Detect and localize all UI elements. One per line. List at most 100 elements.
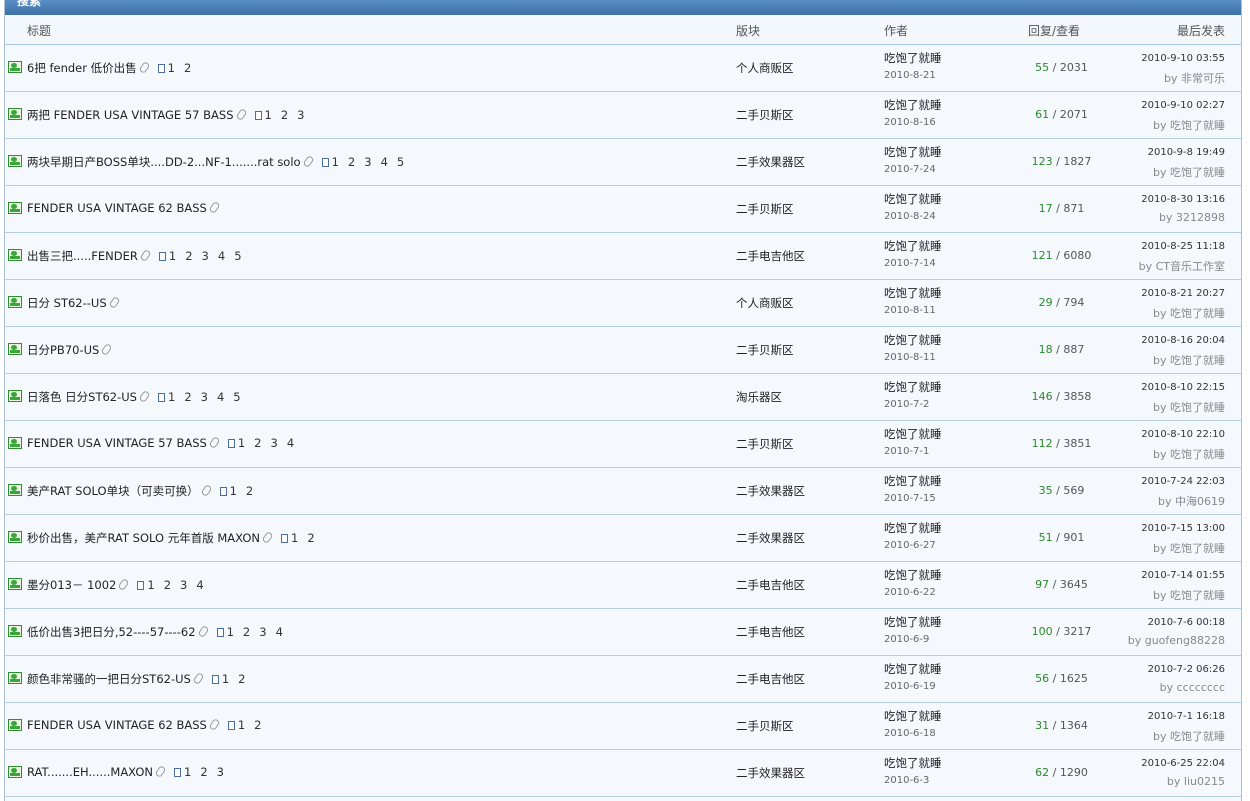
thread-title-link[interactable]: RAT.......EH......MAXON: [27, 765, 153, 779]
author-link[interactable]: 吃饱了就睡: [884, 567, 942, 583]
last-poster-link[interactable]: by 吃饱了就睡: [1153, 117, 1225, 133]
author-link[interactable]: 吃饱了就睡: [884, 661, 942, 677]
last-post-time-link[interactable]: 2010-7-6 00:18: [1148, 617, 1225, 628]
last-post-time-link[interactable]: 2010-8-10 22:15: [1141, 382, 1225, 393]
page-link[interactable]: 1: [332, 155, 339, 169]
last-poster-link[interactable]: by 吃饱了就睡: [1153, 352, 1225, 368]
page-link[interactable]: 4: [218, 249, 225, 263]
forum-link[interactable]: 二手效果器区: [736, 765, 805, 781]
last-poster-link[interactable]: by 吃饱了就睡: [1153, 446, 1225, 462]
author-link[interactable]: 吃饱了就睡: [884, 332, 942, 348]
last-poster-link[interactable]: by CT音乐工作室: [1139, 258, 1225, 274]
page-link[interactable]: 4: [276, 625, 283, 639]
forum-link[interactable]: 二手效果器区: [736, 483, 805, 499]
page-link[interactable]: 3: [217, 765, 224, 779]
page-link[interactable]: 2: [246, 484, 253, 498]
forum-link[interactable]: 二手贝斯区: [736, 436, 794, 452]
page-link[interactable]: 1: [168, 390, 175, 404]
page-link[interactable]: 1: [184, 765, 191, 779]
page-link[interactable]: 1: [147, 578, 154, 592]
page-link[interactable]: 1: [265, 108, 272, 122]
page-link[interactable]: 2: [243, 625, 250, 639]
thread-title-link[interactable]: 日分 ST62--US: [27, 296, 107, 310]
page-link[interactable]: 3: [180, 578, 187, 592]
page-link[interactable]: 2: [185, 249, 192, 263]
page-link[interactable]: 3: [201, 390, 208, 404]
thread-title-link[interactable]: 日分PB70-US: [27, 343, 99, 357]
page-link[interactable]: 2: [281, 108, 288, 122]
author-link[interactable]: 吃饱了就睡: [884, 614, 942, 630]
last-post-time-link[interactable]: 2010-7-24 22:03: [1141, 476, 1225, 487]
page-link[interactable]: 2: [184, 390, 191, 404]
page-link[interactable]: 2: [254, 718, 261, 732]
author-link[interactable]: 吃饱了就睡: [884, 97, 942, 113]
page-link[interactable]: 5: [397, 155, 404, 169]
forum-link[interactable]: 二手贝斯区: [736, 342, 794, 358]
forum-link[interactable]: 个人商贩区: [736, 295, 794, 311]
thread-title-link[interactable]: 日落色 日分ST62-US: [27, 390, 137, 404]
author-link[interactable]: 吃饱了就睡: [884, 755, 942, 771]
last-post-time-link[interactable]: 2010-8-10 22:10: [1141, 429, 1225, 440]
page-link[interactable]: 2: [238, 672, 245, 686]
author-link[interactable]: 吃饱了就睡: [884, 520, 942, 536]
author-link[interactable]: 吃饱了就睡: [884, 708, 942, 724]
last-post-time-link[interactable]: 2010-9-10 02:27: [1141, 100, 1225, 111]
last-post-time-link[interactable]: 2010-6-25 22:04: [1141, 758, 1225, 769]
page-link[interactable]: 4: [287, 436, 294, 450]
last-poster-link[interactable]: by 吃饱了就睡: [1153, 728, 1225, 744]
page-link[interactable]: 3: [202, 249, 209, 263]
page-link[interactable]: 3: [364, 155, 371, 169]
last-poster-link[interactable]: by liu0215: [1167, 775, 1225, 788]
last-post-time-link[interactable]: 2010-7-2 06:26: [1148, 664, 1225, 675]
page-link[interactable]: 3: [271, 436, 278, 450]
last-poster-link[interactable]: by cccccccc: [1160, 681, 1225, 694]
last-post-time-link[interactable]: 2010-8-21 20:27: [1141, 288, 1225, 299]
thread-title-link[interactable]: FENDER USA VINTAGE 62 BASS: [27, 718, 207, 732]
page-link[interactable]: 2: [164, 578, 171, 592]
thread-title-link[interactable]: 出售三把.....FENDER: [27, 249, 138, 263]
last-post-time-link[interactable]: 2010-8-16 20:04: [1141, 335, 1225, 346]
thread-title-link[interactable]: 低价出售3把日分,52----57----62: [27, 625, 196, 639]
last-poster-link[interactable]: by 3212898: [1159, 211, 1225, 224]
page-link[interactable]: 4: [217, 390, 224, 404]
thread-title-link[interactable]: FENDER USA VINTAGE 62 BASS: [27, 201, 207, 215]
forum-link[interactable]: 二手效果器区: [736, 530, 805, 546]
forum-link[interactable]: 淘乐器区: [736, 389, 782, 405]
thread-title-link[interactable]: 6把 fender 低价出售: [27, 61, 137, 75]
page-link[interactable]: 2: [200, 765, 207, 779]
forum-link[interactable]: 二手电吉他区: [736, 577, 805, 593]
last-poster-link[interactable]: by 吃饱了就睡: [1153, 305, 1225, 321]
page-link[interactable]: 1: [222, 672, 229, 686]
page-link[interactable]: 3: [297, 108, 304, 122]
forum-link[interactable]: 二手电吉他区: [736, 671, 805, 687]
last-post-time-link[interactable]: 2010-7-15 13:00: [1141, 523, 1225, 534]
last-poster-link[interactable]: by 吃饱了就睡: [1153, 587, 1225, 603]
forum-link[interactable]: 二手贝斯区: [736, 201, 794, 217]
author-link[interactable]: 吃饱了就睡: [884, 473, 942, 489]
last-post-time-link[interactable]: 2010-9-8 19:49: [1148, 147, 1225, 158]
last-poster-link[interactable]: by 吃饱了就睡: [1153, 399, 1225, 415]
last-poster-link[interactable]: by 吃饱了就睡: [1153, 164, 1225, 180]
last-post-time-link[interactable]: 2010-7-14 01:55: [1141, 570, 1225, 581]
last-poster-link[interactable]: by 吃饱了就睡: [1153, 540, 1225, 556]
last-post-time-link[interactable]: 2010-9-10 03:55: [1141, 53, 1225, 64]
author-link[interactable]: 吃饱了就睡: [884, 191, 942, 207]
forum-link[interactable]: 个人商贩区: [736, 60, 794, 76]
page-link[interactable]: 1: [168, 61, 175, 75]
thread-title-link[interactable]: 秒价出售，美产RAT SOLO 元年首版 MAXON: [27, 531, 260, 545]
page-link[interactable]: 5: [233, 390, 240, 404]
author-link[interactable]: 吃饱了就睡: [884, 144, 942, 160]
last-poster-link[interactable]: by 非常可乐: [1164, 70, 1225, 86]
last-post-time-link[interactable]: 2010-8-30 13:16: [1141, 194, 1225, 205]
page-link[interactable]: 1: [169, 249, 176, 263]
thread-title-link[interactable]: FENDER USA VINTAGE 57 BASS: [27, 436, 207, 450]
page-link[interactable]: 4: [381, 155, 388, 169]
forum-link[interactable]: 二手贝斯区: [736, 718, 794, 734]
page-link[interactable]: 5: [234, 249, 241, 263]
page-link[interactable]: 2: [348, 155, 355, 169]
page-link[interactable]: 2: [254, 436, 261, 450]
page-link[interactable]: 1: [230, 484, 237, 498]
last-post-time-link[interactable]: 2010-8-25 11:18: [1141, 241, 1225, 252]
last-poster-link[interactable]: by 中海0619: [1158, 493, 1225, 509]
page-link[interactable]: 4: [196, 578, 203, 592]
